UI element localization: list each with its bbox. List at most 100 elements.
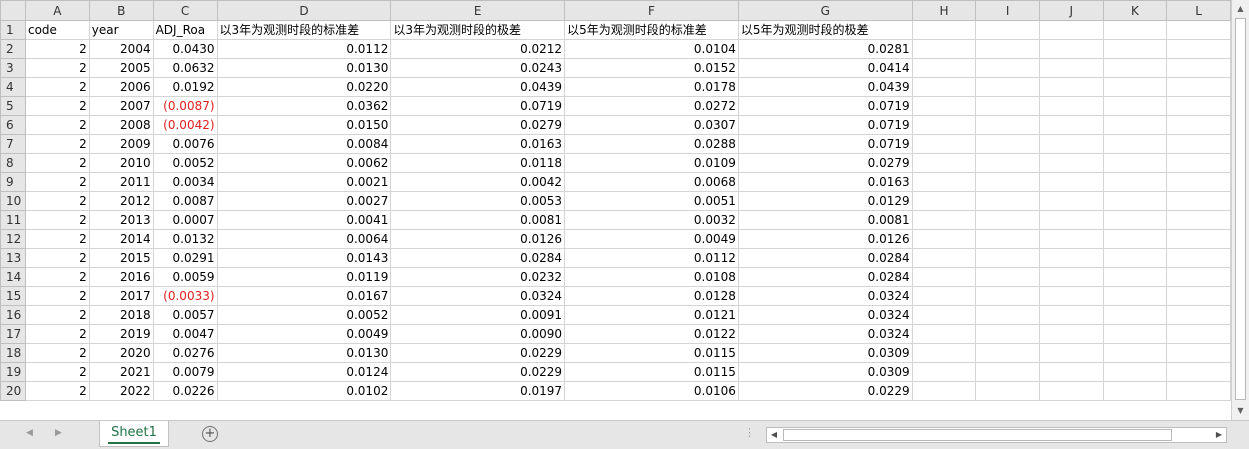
- cell-empty[interactable]: [1166, 343, 1231, 363]
- cell-empty[interactable]: [1038, 362, 1104, 382]
- cell-empty[interactable]: [1038, 115, 1104, 135]
- cell-empty[interactable]: [1166, 191, 1231, 211]
- cell-5yr-range[interactable]: 0.0126: [737, 229, 913, 249]
- cell-year[interactable]: 2006: [88, 77, 154, 97]
- cell-empty[interactable]: [1038, 153, 1104, 173]
- row-header[interactable]: 16: [0, 305, 26, 325]
- row-header[interactable]: 6: [0, 115, 26, 135]
- cell-header-year[interactable]: year: [88, 20, 154, 40]
- scroll-left-icon[interactable]: ◀: [767, 428, 781, 442]
- row-header[interactable]: 8: [0, 153, 26, 173]
- cell-year[interactable]: 2012: [88, 191, 154, 211]
- cell-header-5yr-std[interactable]: 以5年为观测时段的标准差: [564, 20, 739, 40]
- cell-3yr-std[interactable]: 0.0362: [216, 96, 392, 116]
- cell-empty[interactable]: [1166, 305, 1231, 325]
- cell-empty[interactable]: [1102, 115, 1168, 135]
- column-header-j[interactable]: J: [1038, 0, 1104, 21]
- cell-5yr-std[interactable]: 0.0307: [564, 115, 739, 135]
- cell-code[interactable]: 2: [24, 324, 90, 344]
- cell-5yr-range[interactable]: 0.0309: [737, 343, 913, 363]
- cell-empty[interactable]: [911, 191, 977, 211]
- row-header[interactable]: 11: [0, 210, 26, 230]
- scroll-right-icon[interactable]: ▶: [1212, 428, 1226, 442]
- cell-empty[interactable]: [975, 229, 1040, 249]
- cell-3yr-range[interactable]: 0.0229: [390, 343, 566, 363]
- cell-empty[interactable]: [1102, 362, 1168, 382]
- cell-3yr-range[interactable]: 0.0232: [390, 267, 566, 287]
- cell-year[interactable]: 2020: [88, 343, 154, 363]
- cell-3yr-std[interactable]: 0.0130: [216, 58, 392, 78]
- row-header[interactable]: 4: [0, 77, 26, 97]
- cell-empty[interactable]: [911, 248, 977, 268]
- cell-year[interactable]: 2021: [88, 362, 154, 382]
- cell-adj-roa[interactable]: 0.0047: [152, 324, 218, 344]
- cell-empty[interactable]: [1166, 267, 1231, 287]
- cell-empty[interactable]: [975, 153, 1040, 173]
- cell-empty[interactable]: [1102, 134, 1168, 154]
- cell-empty[interactable]: [911, 153, 977, 173]
- vertical-scroll-thumb[interactable]: [1235, 18, 1246, 400]
- cell-code[interactable]: 2: [24, 172, 90, 192]
- cell-5yr-std[interactable]: 0.0112: [564, 248, 739, 268]
- cell-year[interactable]: 2005: [88, 58, 154, 78]
- cell-empty[interactable]: [1038, 305, 1104, 325]
- cell-empty[interactable]: [1038, 58, 1104, 78]
- cell-empty[interactable]: [911, 305, 977, 325]
- cell-empty[interactable]: [1038, 77, 1104, 97]
- cell-adj-roa[interactable]: 0.0291: [152, 248, 218, 268]
- row-header[interactable]: 15: [0, 286, 26, 306]
- cell-empty[interactable]: [1038, 210, 1104, 230]
- cell-5yr-range[interactable]: 0.0719: [737, 134, 913, 154]
- cell-empty[interactable]: [1166, 324, 1231, 344]
- cell-5yr-std[interactable]: 0.0272: [564, 96, 739, 116]
- cell-adj-roa[interactable]: 0.0276: [152, 343, 218, 363]
- cell-empty[interactable]: [1102, 229, 1168, 249]
- row-header[interactable]: 7: [0, 134, 26, 154]
- cell-year[interactable]: 2016: [88, 267, 154, 287]
- row-header[interactable]: 20: [0, 381, 26, 401]
- row-header[interactable]: 18: [0, 343, 26, 363]
- cell-empty[interactable]: [975, 248, 1040, 268]
- horizontal-scroll-thumb[interactable]: [783, 429, 1172, 441]
- cell-empty[interactable]: [975, 172, 1040, 192]
- cell-empty[interactable]: [911, 39, 977, 59]
- cell-adj-roa[interactable]: 0.0079: [152, 362, 218, 382]
- cell-3yr-std[interactable]: 0.0027: [216, 191, 392, 211]
- cell-empty[interactable]: [1038, 343, 1104, 363]
- cell-empty[interactable]: [1038, 191, 1104, 211]
- cell-3yr-std[interactable]: 0.0167: [216, 286, 392, 306]
- cell-empty[interactable]: [975, 324, 1040, 344]
- cell-adj-roa[interactable]: 0.0057: [152, 305, 218, 325]
- cell-3yr-range[interactable]: 0.0090: [390, 324, 566, 344]
- cell-3yr-range[interactable]: 0.0212: [390, 39, 566, 59]
- cell-5yr-range[interactable]: 0.0324: [737, 324, 913, 344]
- cell-empty[interactable]: [1102, 153, 1168, 173]
- row-header[interactable]: 2: [0, 39, 26, 59]
- cell-5yr-range[interactable]: 0.0439: [737, 77, 913, 97]
- cell-3yr-std[interactable]: 0.0049: [216, 324, 392, 344]
- cell-5yr-std[interactable]: 0.0115: [564, 343, 739, 363]
- cell-empty[interactable]: [1166, 134, 1231, 154]
- cell-5yr-range[interactable]: 0.0414: [737, 58, 913, 78]
- cell-empty[interactable]: [975, 362, 1040, 382]
- cell-3yr-std[interactable]: 0.0062: [216, 153, 392, 173]
- column-header-g[interactable]: G: [737, 0, 913, 21]
- cell-5yr-std[interactable]: 0.0032: [564, 210, 739, 230]
- cell-code[interactable]: 2: [24, 248, 90, 268]
- cell-adj-roa[interactable]: 0.0226: [152, 381, 218, 401]
- cell-3yr-std[interactable]: 0.0220: [216, 77, 392, 97]
- cell-5yr-range[interactable]: 0.0081: [737, 210, 913, 230]
- cell-adj-roa[interactable]: 0.0007: [152, 210, 218, 230]
- cell-empty[interactable]: [911, 362, 977, 382]
- cell-empty[interactable]: [1038, 248, 1104, 268]
- cell-3yr-range[interactable]: 0.0439: [390, 77, 566, 97]
- cell-3yr-range[interactable]: 0.0091: [390, 305, 566, 325]
- cell-empty[interactable]: [1166, 229, 1231, 249]
- cell-empty[interactable]: [911, 343, 977, 363]
- cell-empty[interactable]: [911, 210, 977, 230]
- cell-code[interactable]: 2: [24, 381, 90, 401]
- cell-empty[interactable]: [975, 58, 1040, 78]
- scroll-up-icon[interactable]: ▲: [1232, 0, 1249, 17]
- cell-3yr-range[interactable]: 0.0243: [390, 58, 566, 78]
- cell-3yr-std[interactable]: 0.0124: [216, 362, 392, 382]
